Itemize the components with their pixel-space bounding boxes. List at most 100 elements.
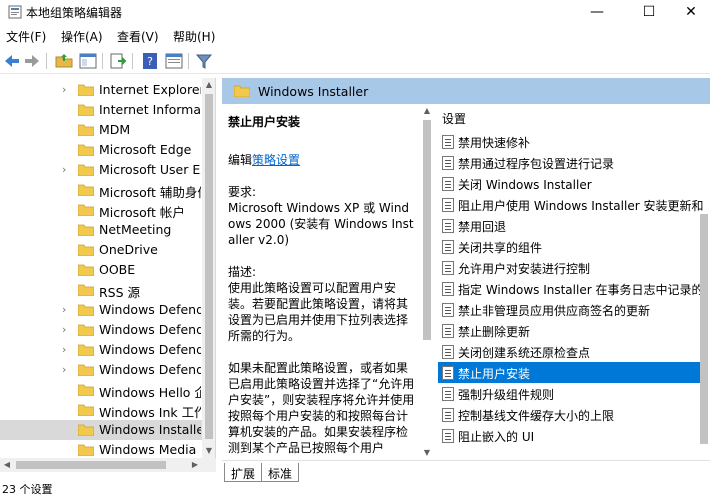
tree-item[interactable]: › Windows Defend [0,320,202,340]
tree-item-label: Microsoft 辅助身份 [99,185,201,200]
tree-item[interactable]: › Windows Defend [0,300,202,320]
setting-label: 关闭创建系统还原检查点 [458,346,591,360]
setting-row[interactable]: 关闭共享的组件 [438,236,700,257]
folder-icon [78,384,94,396]
filter-icon[interactable] [194,51,214,71]
settings-scrollbar[interactable] [698,104,710,460]
scroll-up-icon[interactable]: ▲ [202,78,215,92]
setting-row[interactable]: 指定 Windows Installer 在事务日志中记录的 [438,278,703,299]
menu-help[interactable]: 帮助(H) [173,28,215,45]
scroll-thumb[interactable] [205,94,213,439]
tree-item[interactable]: RSS 源 [0,280,202,300]
setting-row[interactable]: 关闭创建系统还原检查点 [438,341,700,362]
policy-setting-icon [442,282,454,296]
scroll-thumb[interactable] [423,120,431,340]
setting-row[interactable]: 禁用回退 [438,215,700,236]
edit-policy-link[interactable]: 策略设置 [252,153,300,167]
setting-label: 关闭共享的组件 [458,241,543,255]
tree-vertical-scrollbar[interactable]: ▲ ▼ [202,78,215,458]
setting-row[interactable]: 控制基线文件缓存大小的上限 [438,404,700,425]
folder-icon [78,404,94,416]
settings-list: 设置 禁用快速修补 禁用通过程序包设置进行记录 关闭 Windows Install… [434,104,710,460]
description-scrollbar[interactable]: ▲ ▼ [420,104,434,460]
maximize-button[interactable]: ☐ [626,0,672,24]
tree-item[interactable]: › Windows Defend [0,360,202,380]
toolbar-separator [132,53,133,69]
title-bar: 本地组策略编辑器 — ☐ ✕ [0,0,710,24]
tree-item[interactable]: Windows Media I [0,440,202,458]
tree-item[interactable]: Microsoft 帐户 [0,200,202,220]
chevron-right-icon[interactable]: › [62,83,72,97]
setting-row[interactable]: 禁止用户安装 [438,362,700,383]
tab-standard[interactable]: 标准 [262,463,300,482]
tree-item[interactable]: Windows Ink 工作 [0,400,202,420]
scroll-left-icon[interactable]: ◀ [0,458,14,472]
properties-icon[interactable] [164,51,184,71]
tree-item-label: Microsoft 帐户 [99,205,185,220]
folder-icon [78,244,94,256]
chevron-right-icon[interactable]: › [62,323,72,337]
tree-item[interactable]: Microsoft Edge [0,140,202,160]
chevron-right-icon[interactable]: › [62,163,72,177]
scroll-right-icon[interactable]: ▶ [188,458,202,472]
scroll-down-icon[interactable]: ▼ [420,446,434,460]
show-hide-tree-icon[interactable] [78,51,98,71]
tree-item-label: Windows Hello 企 [99,385,201,400]
tree-item[interactable]: Windows Installer [0,420,202,440]
folder-icon [78,324,94,336]
setting-label: 允许用户对安装进行控制 [458,262,591,276]
setting-row[interactable]: 禁止删除更新 [438,320,700,341]
policy-setting-icon [442,135,454,149]
edit-prefix: 编辑 [228,153,253,167]
close-button[interactable]: ✕ [668,0,710,24]
menu-file[interactable]: 文件(F) [6,28,46,45]
tab-extended[interactable]: 扩展 [224,463,263,482]
tree-item[interactable]: Internet Informat [0,100,202,120]
scroll-down-icon[interactable]: ▼ [202,444,215,458]
up-folder-icon[interactable] [54,51,74,71]
setting-row[interactable]: 阻止嵌入的 UI [438,425,700,446]
setting-row[interactable]: 阻止用户使用 Windows Installer 安装更新和 [438,194,704,215]
tree-item[interactable]: › Microsoft User Ex [0,160,202,180]
tree-item-label: Windows Defend [99,342,201,357]
scroll-thumb[interactable] [16,461,166,469]
column-header-setting[interactable]: 设置 [442,110,466,127]
tree-item[interactable]: OneDrive [0,240,202,260]
forward-arrow-icon[interactable] [22,51,42,71]
description-text: 使用此策略设置可以配置用户安装。若要配置此策略设置，请将其设置为已启用并使用下拉… [228,281,409,343]
setting-row[interactable]: 允许用户对安装进行控制 [438,257,700,278]
tree-item[interactable]: Microsoft 辅助身份 [0,180,202,200]
tree-item[interactable]: › Windows Defend [0,340,202,360]
minimize-button[interactable]: — [574,0,620,24]
menu-action[interactable]: 操作(A) [61,28,103,45]
setting-label: 阻止用户使用 Windows Installer 安装更新和 [458,199,704,213]
tree-item[interactable]: Windows Hello 企 [0,380,202,400]
policy-setting-icon [442,387,454,401]
scroll-thumb[interactable] [700,214,708,444]
tree-item[interactable]: MDM [0,120,202,140]
tree-item[interactable]: NetMeeting [0,220,202,240]
menu-view[interactable]: 查看(V) [117,28,159,45]
tree-item[interactable]: OOBE [0,260,202,280]
export-list-icon[interactable] [108,51,128,71]
help-icon[interactable]: ? [140,51,160,71]
setting-row[interactable]: 关闭 Windows Installer [438,173,700,194]
setting-row[interactable]: 禁用快速修补 [438,131,700,152]
policy-setting-icon [442,303,454,317]
setting-row[interactable]: 强制升级组件规则 [438,383,700,404]
svg-text:?: ? [147,55,153,68]
folder-icon [78,304,94,316]
setting-label: 禁止非管理员应用供应商签名的更新 [458,304,651,318]
chevron-right-icon[interactable]: › [62,363,72,377]
setting-row[interactable]: 禁止非管理员应用供应商签名的更新 [438,299,700,320]
back-arrow-icon[interactable] [2,51,22,71]
tree-horizontal-scrollbar[interactable]: ◀ ▶ [0,458,216,472]
description-more: 如果未配置此策略设置，或者如果已启用此策略设置并选择了“允许用户安装”，则安装程… [228,361,415,455]
setting-row[interactable]: 禁用通过程序包设置进行记录 [438,152,700,173]
tree-item[interactable]: › Internet Explorer [0,80,202,100]
setting-label: 强制升级组件规则 [458,388,555,402]
chevron-right-icon[interactable]: › [62,303,72,317]
chevron-right-icon[interactable]: › [62,343,72,357]
scroll-up-icon[interactable]: ▲ [420,104,434,118]
description-pane: 禁止用户安装 编辑策略设置 要求: Microsoft Windows XP 或… [222,104,422,460]
